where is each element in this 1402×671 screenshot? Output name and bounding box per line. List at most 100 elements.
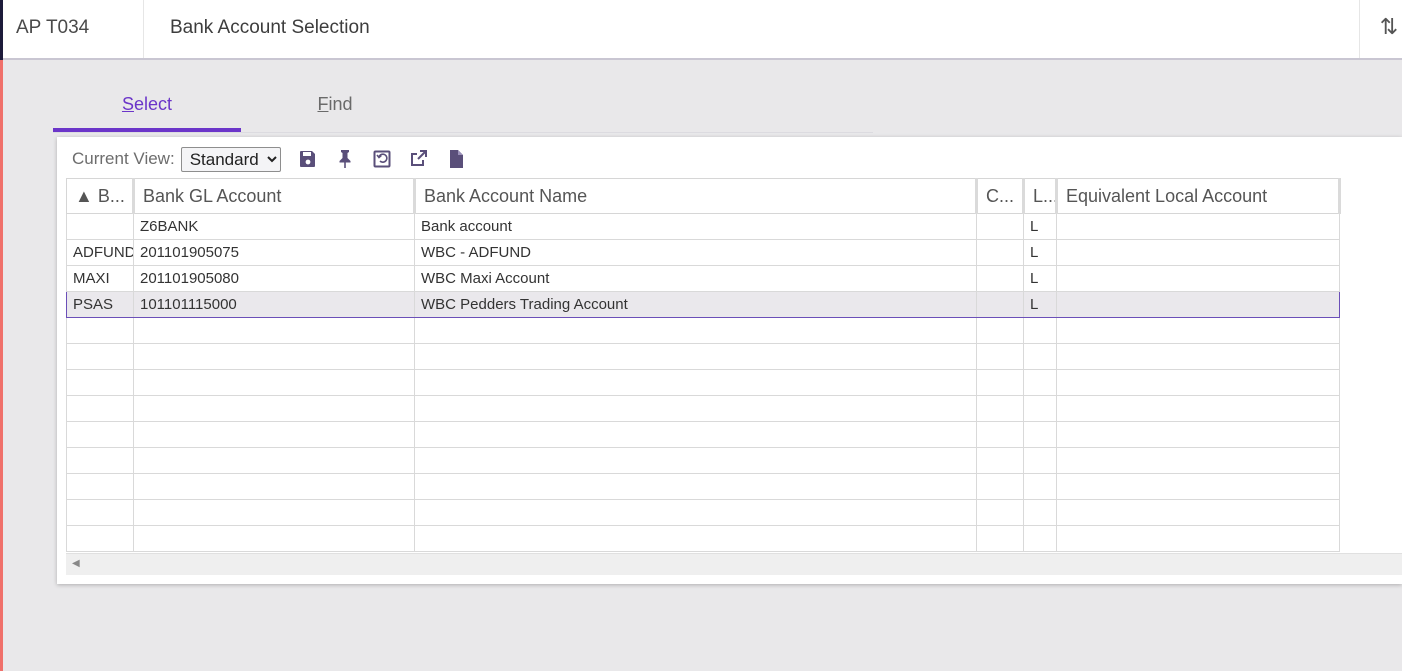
- empty-cell: [66, 395, 134, 422]
- cell-gl-account[interactable]: Z6BANK: [133, 213, 415, 240]
- sort-toggle-icon[interactable]: ⇅: [1376, 12, 1402, 42]
- tab-select[interactable]: Select: [53, 85, 241, 132]
- tab-find-label: ind: [328, 94, 353, 114]
- empty-cell: [133, 447, 415, 474]
- cell-account-name[interactable]: WBC Maxi Account: [414, 265, 977, 292]
- tab-find-accesskey: F: [317, 94, 329, 114]
- restore-icon[interactable]: [372, 148, 392, 170]
- empty-cell: [1056, 395, 1340, 422]
- left-accent-bar: [0, 60, 3, 671]
- cell-c[interactable]: [976, 213, 1024, 240]
- empty-cell: [1056, 421, 1340, 448]
- empty-row: [66, 473, 1340, 500]
- cell-gl-account[interactable]: 201101905080: [133, 265, 415, 292]
- empty-cell: [976, 395, 1024, 422]
- empty-cell: [66, 343, 134, 370]
- empty-cell: [133, 473, 415, 500]
- cell-bank[interactable]: PSAS: [66, 291, 134, 318]
- cell-gl-account[interactable]: 201101905075: [133, 239, 415, 266]
- empty-cell: [66, 369, 134, 396]
- empty-cell: [66, 525, 134, 552]
- scroll-left-icon[interactable]: ◀: [72, 558, 80, 569]
- current-view-select[interactable]: Standard: [180, 146, 281, 172]
- document-icon[interactable]: [446, 148, 466, 170]
- empty-cell: [1023, 369, 1057, 396]
- column-header-bank-gl-account[interactable]: Bank GL Account: [133, 178, 416, 214]
- empty-cell: [1023, 447, 1057, 474]
- cell-account-name[interactable]: WBC Pedders Trading Account: [414, 291, 977, 318]
- empty-cell: [1056, 499, 1340, 526]
- column-header-c[interactable]: C...: [976, 178, 1025, 214]
- empty-cell: [133, 395, 415, 422]
- empty-cell: [414, 369, 977, 396]
- empty-cell: [414, 395, 977, 422]
- pin-icon[interactable]: [335, 148, 355, 170]
- cell-l[interactable]: L: [1023, 265, 1057, 292]
- column-header-equivalent-local-account[interactable]: Equivalent Local Account: [1056, 178, 1341, 214]
- header-edge: [0, 0, 3, 60]
- empty-cell: [66, 317, 134, 344]
- empty-cell: [976, 447, 1024, 474]
- tab-bar: Select Find: [53, 85, 873, 133]
- empty-cell: [976, 499, 1024, 526]
- column-header-bank[interactable]: ▲ B...: [66, 178, 135, 214]
- empty-cell: [133, 421, 415, 448]
- grid-toolbar: Current View: Standard: [72, 146, 466, 172]
- cell-c[interactable]: [976, 291, 1024, 318]
- cell-bank[interactable]: MAXI: [66, 265, 134, 292]
- column-header-l[interactable]: L...: [1023, 178, 1058, 214]
- empty-row: [66, 369, 1340, 396]
- program-code: AP T034: [16, 17, 90, 38]
- tab-find[interactable]: Find: [241, 85, 429, 132]
- cell-c[interactable]: [976, 265, 1024, 292]
- header-divider-right: [1359, 0, 1360, 58]
- cell-equivalent-local[interactable]: [1056, 213, 1340, 240]
- empty-row: [66, 395, 1340, 422]
- horizontal-scrollbar[interactable]: ◀: [66, 553, 1402, 575]
- empty-cell: [976, 343, 1024, 370]
- current-view-label: Current View:: [72, 149, 175, 168]
- cell-equivalent-local[interactable]: [1056, 291, 1340, 318]
- cell-equivalent-local[interactable]: [1056, 265, 1340, 292]
- empty-cell: [1023, 525, 1057, 552]
- grid-header-row: ▲ B... Bank GL Account Bank Account Name…: [66, 178, 1341, 214]
- empty-row: [66, 525, 1340, 552]
- cell-bank[interactable]: [66, 213, 134, 240]
- save-icon[interactable]: [298, 148, 318, 170]
- empty-cell: [133, 369, 415, 396]
- empty-cell: [1023, 317, 1057, 344]
- cell-c[interactable]: [976, 239, 1024, 266]
- header-bar: AP T034 Bank Account Selection ⇅: [0, 0, 1402, 60]
- cell-bank[interactable]: ADFUND: [66, 239, 134, 266]
- empty-cell: [1023, 343, 1057, 370]
- cell-l[interactable]: L: [1023, 239, 1057, 266]
- table-row-selected[interactable]: PSAS 101101115000 WBC Pedders Trading Ac…: [66, 291, 1340, 318]
- cell-gl-account[interactable]: 101101115000: [133, 291, 415, 318]
- cell-l[interactable]: L: [1023, 213, 1057, 240]
- tab-select-label: elect: [133, 94, 173, 114]
- table-row[interactable]: ADFUND 201101905075 WBC - ADFUND L: [66, 239, 1340, 266]
- table-row[interactable]: MAXI 201101905080 WBC Maxi Account L: [66, 265, 1340, 292]
- table-row[interactable]: Z6BANK Bank account L: [66, 213, 1340, 240]
- selection-panel: Current View: Standard ▲ B... Bank GL Ac…: [57, 137, 1402, 584]
- empty-cell: [133, 317, 415, 344]
- header-divider: [143, 0, 144, 58]
- cell-account-name[interactable]: Bank account: [414, 213, 977, 240]
- empty-cell: [414, 525, 977, 552]
- bank-account-grid: ▲ B... Bank GL Account Bank Account Name…: [66, 178, 1341, 552]
- export-icon[interactable]: [409, 148, 429, 170]
- empty-cell: [414, 343, 977, 370]
- empty-cell: [1056, 473, 1340, 500]
- cell-account-name[interactable]: WBC - ADFUND: [414, 239, 977, 266]
- column-header-bank-account-name[interactable]: Bank Account Name: [414, 178, 978, 214]
- empty-cell: [1056, 447, 1340, 474]
- cell-equivalent-local[interactable]: [1056, 239, 1340, 266]
- empty-cell: [414, 499, 977, 526]
- empty-row: [66, 317, 1340, 344]
- cell-l[interactable]: L: [1023, 291, 1057, 318]
- empty-row: [66, 447, 1340, 474]
- empty-cell: [976, 421, 1024, 448]
- empty-cell: [1056, 525, 1340, 552]
- empty-cell: [414, 473, 977, 500]
- tab-select-accesskey: S: [121, 94, 134, 114]
